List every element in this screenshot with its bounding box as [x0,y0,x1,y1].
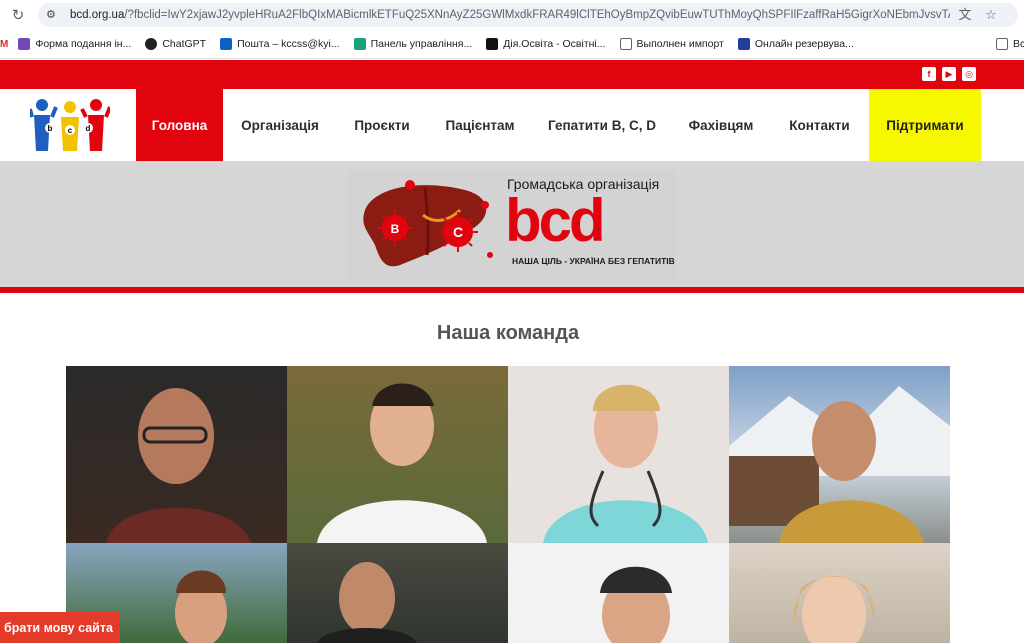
nav-support-button[interactable]: Підтримати [869,89,981,161]
team-photo[interactable] [508,366,729,543]
svg-text:d: d [86,124,91,133]
bookmark-star-icon[interactable]: ☆ [980,7,1002,23]
bookmark-label: ChatGPT [162,38,207,50]
panel-icon [353,38,366,50]
bookmark-label: Форма подання ін... [35,38,132,50]
bookmark-item[interactable]: ChatGPT [145,38,206,50]
url-path: /?fbclid=IwY2xjawJ2yvpleHRuA2FlbQIxMABic… [124,9,950,21]
person-portrait [317,383,487,543]
diia-icon [486,38,499,50]
bookmark-list: Форма подання ін... ChatGPT Пошта – kccss@… [18,38,868,50]
youtube-icon[interactable]: ▶ [942,67,956,81]
person-portrait [543,384,708,543]
nav-projects[interactable]: Проєкти [337,89,427,161]
person-portrait [793,575,875,643]
svg-text:B: B [391,222,400,236]
bookmark-gmail[interactable]: M [0,39,8,50]
folder-icon [996,38,1008,50]
nav-specialists[interactable]: Фахівцям [671,89,771,161]
language-button-label: брати мову сайта [4,620,113,635]
person-portrait [317,562,417,643]
team-photo[interactable] [729,543,950,643]
choose-language-button[interactable]: брати мову сайта [0,612,120,643]
reload-icon[interactable]: ↻ [0,6,36,24]
svg-text:b: b [48,124,53,133]
bookmark-label: Дія.Освіта - Освітні... [503,38,606,50]
brand-wordmark: bcd [505,187,606,254]
bookmark-item[interactable]: Панель управління... [353,38,473,50]
person-portrait [729,386,950,543]
team-photo[interactable] [729,366,950,543]
virus-icon: C [438,212,478,252]
bookmark-other[interactable]: Вс [996,38,1024,50]
main-navigation: b c d Головна Організація Проєкти Пацієнтам… [0,89,1024,161]
bookmark-label: Пошта – kccss@kyi... [237,38,340,50]
site-info-icon[interactable]: ⚙ [46,8,64,22]
liver-illustration: B C [363,180,493,267]
top-bar: f ▶ ◎ [0,60,1024,89]
svg-text:C: C [453,224,463,240]
vb-icon [737,38,750,50]
team-photo[interactable] [287,543,508,643]
forms-icon [18,38,31,50]
nav-hepatitis[interactable]: Гепатити B, C, D [533,89,671,161]
bookmark-item[interactable]: Выполнен импорт [619,38,724,50]
bookmarks-bar: M Форма подання ін... ChatGPT Пошта – kccs… [0,30,1024,59]
url-text[interactable]: bcd.org.ua/?fbclid=IwY2xjawJ2yvpleHRuA2F… [70,9,950,21]
instagram-icon[interactable]: ◎ [962,67,976,81]
address-bar[interactable]: ⚙ bcd.org.ua/?fbclid=IwY2xjawJ2yvpleHRuA… [38,3,1018,27]
person-portrait [600,566,672,643]
nav-organization[interactable]: Організація [223,89,337,161]
bookmark-label: Вс [1013,38,1024,50]
bookmark-item[interactable]: Дія.Освіта - Освітні... [486,38,606,50]
nav-home[interactable]: Головна [136,89,223,161]
bookmark-label: Выполнен импорт [636,38,724,50]
bookmark-label: Панель управління... [370,38,473,50]
person-portrait [106,388,251,543]
team-photo[interactable] [66,366,287,543]
hero-divider [0,287,1024,293]
bookmark-item[interactable]: Онлайн резервува... [737,38,854,50]
facebook-icon[interactable]: f [922,67,936,81]
team-section-title: Наша команда [436,322,580,344]
team-photo[interactable] [287,366,508,543]
translate-icon[interactable]: 文 [954,7,976,23]
bookmark-item[interactable]: Форма подання ін... [18,38,131,50]
folder-icon [619,38,632,50]
slogan: НАША ЦІЛЬ - УКРАЇНА БЕЗ ГЕПАТИТІВ [512,256,675,266]
nav-contacts[interactable]: Контакти [771,89,868,161]
gmail-icon: M [0,38,9,50]
browser-toolbar: ↻ ⚙ bcd.org.ua/?fbclid=IwY2xjawJ2yvpleHR… [0,0,1024,30]
bcd-logo[interactable]: b c d [30,95,110,153]
nav-patients[interactable]: Пацієнтам [427,89,533,161]
bookmark-label: Онлайн резервува... [754,38,854,50]
svg-text:c: c [68,126,73,135]
chatgpt-icon [145,38,158,50]
outlook-icon [220,38,233,50]
team-photo[interactable] [508,543,729,643]
url-host: bcd.org.ua [70,9,125,21]
bookmark-item[interactable]: Пошта – kccss@kyi... [220,38,340,50]
